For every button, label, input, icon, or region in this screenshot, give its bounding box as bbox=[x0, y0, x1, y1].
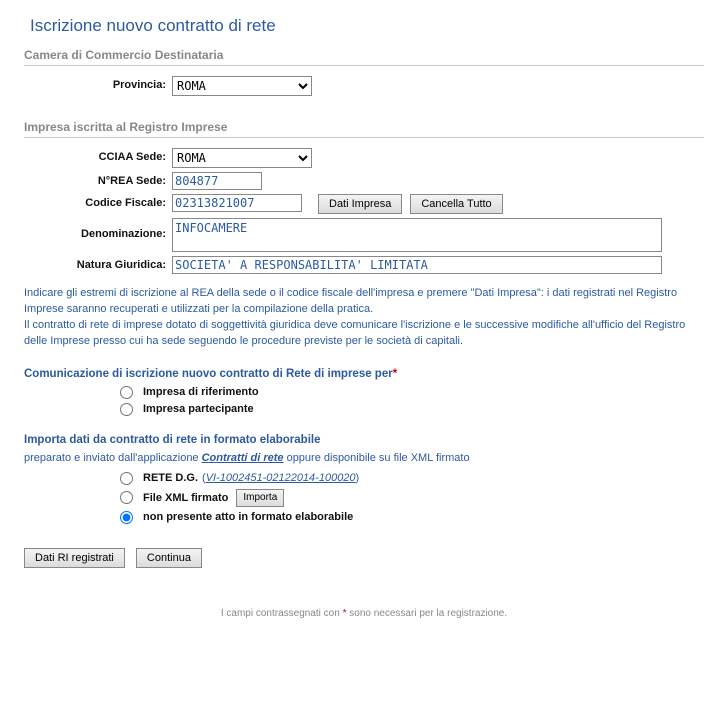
radio-non-presente-label: non presente atto in formato elaborabile bbox=[143, 511, 353, 523]
continua-button[interactable]: Continua bbox=[136, 548, 202, 568]
provincia-label: Provincia: bbox=[24, 76, 172, 91]
cancella-tutto-button[interactable]: Cancella Tutto bbox=[410, 194, 502, 214]
radio-rete-dg[interactable] bbox=[120, 472, 133, 485]
cciaa-sede-label: CCIAA Sede: bbox=[24, 148, 172, 163]
radio-impresa-riferimento[interactable] bbox=[120, 386, 133, 399]
natura-giuridica-label: Natura Giuridica: bbox=[24, 256, 172, 271]
importa-note: preparato e inviato dall'applicazione Co… bbox=[24, 452, 704, 464]
radio-rete-dg-extra: (VI-1002451-02122014-100020) bbox=[202, 472, 359, 484]
section-camera-commercio: Camera di Commercio Destinataria bbox=[24, 48, 704, 66]
page-title: Iscrizione nuovo contratto di rete bbox=[24, 16, 704, 36]
rete-dg-link[interactable]: VI-1002451-02122014-100020 bbox=[206, 472, 356, 484]
radio-rete-dg-label: RETE D.G. bbox=[143, 472, 198, 484]
section-impresa-iscritta: Impresa iscritta al Registro Imprese bbox=[24, 120, 704, 138]
provincia-select[interactable]: ROMA bbox=[172, 76, 312, 96]
radio-file-xml[interactable] bbox=[120, 491, 133, 504]
radio-impresa-riferimento-label: Impresa di riferimento bbox=[143, 386, 259, 398]
denominazione-textarea[interactable]: INFOCAMERE bbox=[172, 218, 662, 252]
radio-impresa-partecipante[interactable] bbox=[120, 403, 133, 416]
contratti-di-rete-link[interactable]: Contratti di rete bbox=[202, 452, 284, 464]
comunicazione-heading: Comunicazione di iscrizione nuovo contra… bbox=[24, 368, 704, 380]
radio-impresa-partecipante-label: Impresa partecipante bbox=[143, 403, 254, 415]
dati-ri-registrati-button[interactable]: Dati RI registrati bbox=[24, 548, 125, 568]
radio-non-presente[interactable] bbox=[120, 511, 133, 524]
natura-giuridica-input[interactable] bbox=[172, 256, 662, 274]
denominazione-label: Denominazione: bbox=[24, 218, 172, 240]
info-text-block: Indicare gli estremi di iscrizione al RE… bbox=[24, 286, 704, 350]
radio-file-xml-label: File XML firmato bbox=[143, 492, 228, 504]
footer-note: I campi contrassegnati con * sono necess… bbox=[24, 608, 704, 619]
importa-button[interactable]: Importa bbox=[236, 489, 284, 507]
importa-heading: Importa dati da contratto di rete in for… bbox=[24, 434, 704, 446]
codice-fiscale-label: Codice Fiscale: bbox=[24, 194, 172, 209]
cciaa-sede-select[interactable]: ROMA bbox=[172, 148, 312, 168]
codice-fiscale-input[interactable] bbox=[172, 194, 302, 212]
nrea-sede-label: N°REA Sede: bbox=[24, 172, 172, 187]
dati-impresa-button[interactable]: Dati Impresa bbox=[318, 194, 402, 214]
nrea-sede-input[interactable] bbox=[172, 172, 262, 190]
